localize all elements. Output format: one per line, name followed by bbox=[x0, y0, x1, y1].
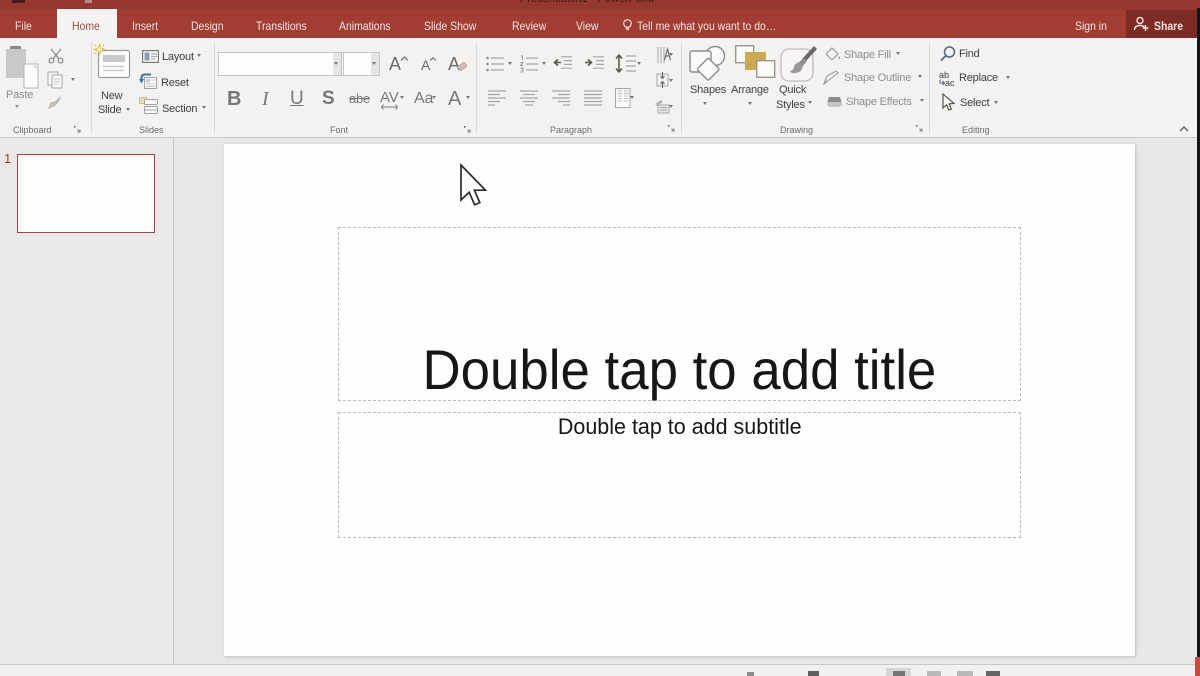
svg-text:ac: ac bbox=[945, 78, 955, 88]
